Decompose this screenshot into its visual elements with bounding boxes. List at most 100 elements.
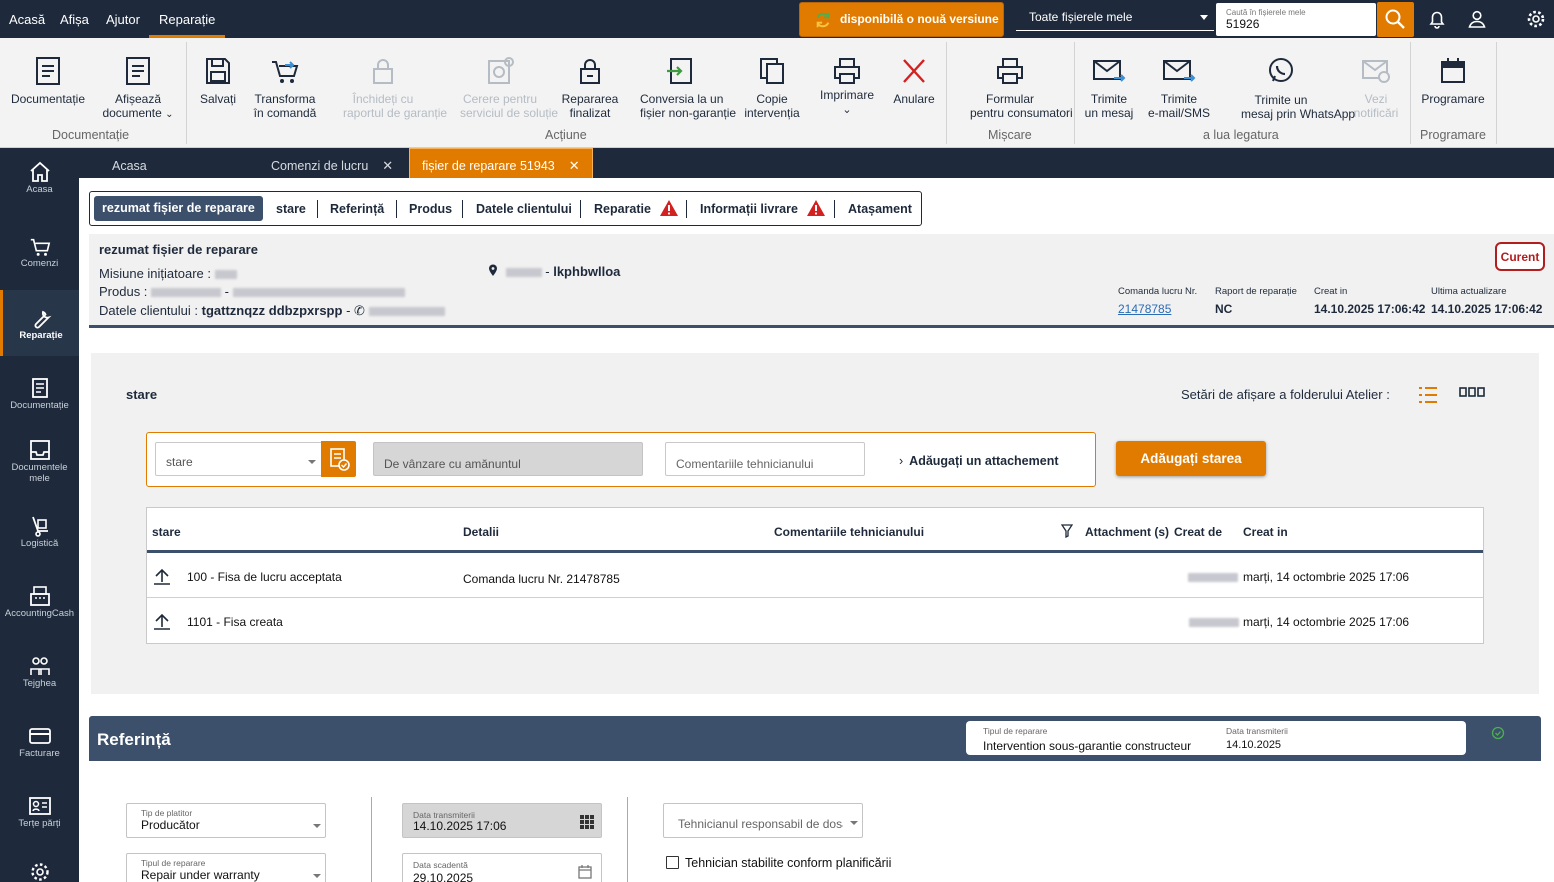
nav-ajutor[interactable]: Ajutor — [106, 0, 140, 38]
column-view-icon[interactable] — [1459, 385, 1485, 401]
sidebar-item-accountingcash[interactable]: AccountingCash — [0, 584, 79, 654]
trimite-mesaj-button[interactable]: Trimite un mesaj — [1085, 38, 1133, 148]
documentatie-label: Documentație — [10, 92, 86, 106]
data-transmiterii-value: 14.10.2025 — [1226, 739, 1282, 751]
status-select[interactable]: stare — [155, 442, 323, 476]
status-picker-button[interactable] — [321, 441, 356, 477]
user-icon[interactable] — [1466, 8, 1488, 30]
cerere-button[interactable]: Cerere pentru serviciul de soluție — [460, 38, 558, 148]
sidebar-item-documentele-mele[interactable]: Documentele mele — [0, 438, 79, 508]
gear-icon — [30, 863, 49, 881]
add-status-button[interactable]: Adăugați starea — [1116, 441, 1266, 476]
ultima-label: Ultima actualizare — [1431, 286, 1507, 297]
salvati-button[interactable]: Salvați — [198, 38, 238, 148]
sidebar-item-settings[interactable] — [0, 860, 79, 882]
referinta-title: Referință — [97, 730, 171, 749]
warning-icon — [806, 200, 825, 216]
trimite-wa-label-1: Trimite un — [1254, 93, 1308, 107]
sidebar-item-facturare[interactable]: Facturare — [0, 724, 79, 794]
creat-label: Creat in — [1314, 286, 1348, 297]
row-detalii: Comanda lucru Nr. 21478785 — [463, 572, 620, 586]
sidebar-item-logistica[interactable]: Logistică — [0, 514, 79, 584]
tab-fisier-reparare[interactable]: fișier de reparare 51943 ✕ — [409, 148, 593, 180]
col-comentarii[interactable]: Comentariile tehnicianului — [774, 525, 924, 539]
sidebar-item-reparatie[interactable]: Reparație — [0, 290, 79, 356]
nav-afisa[interactable]: Afișa — [60, 0, 89, 38]
sidebar-label: Acasa — [26, 184, 53, 195]
imprimare-button[interactable]: Imprimare ⌄ — [820, 38, 874, 148]
subtab-datele-clientului[interactable]: Datele clientului — [476, 192, 572, 225]
tehnician-responsabil-select[interactable]: Tehnicianul responsabil de dosar — [663, 803, 863, 838]
trimite-email-button[interactable]: Trimite e-mail/SMS — [1148, 38, 1210, 148]
subtab-atasament[interactable]: Atașament — [848, 192, 912, 225]
formular-label-2: pentru consumatori — [970, 106, 1073, 120]
programare-label: Programare — [1421, 92, 1485, 106]
sidebar-item-acasa[interactable]: Acasa — [0, 160, 79, 230]
gear-icon[interactable] — [1525, 8, 1547, 30]
sidebar-item-terte-parti[interactable]: Terțe părți — [0, 794, 79, 864]
search-input[interactable] — [1226, 17, 1366, 31]
col-stare[interactable]: stare — [152, 525, 181, 539]
search-field[interactable]: Caută în fișierele mele — [1216, 3, 1376, 36]
col-creat-in[interactable]: Creat in — [1243, 525, 1288, 539]
tip-platitor-select[interactable]: Tip de platitor Producător — [126, 803, 326, 838]
subtab-rezumat[interactable]: rezumat fișier de reparare — [94, 196, 263, 221]
column-divider — [371, 797, 372, 882]
data-scadenta-field[interactable]: Data scadentă 29.10.2025 — [402, 853, 602, 882]
comanda-link[interactable]: 21478785 — [1118, 302, 1171, 316]
subtab-produs[interactable]: Produs — [409, 192, 452, 225]
whatsapp-icon — [1269, 58, 1293, 82]
technician-comment-input[interactable]: Comentariile tehnicianului — [665, 442, 865, 476]
update-label: disponibilă o nouă versiune — [840, 12, 999, 26]
update-available-button[interactable]: disponibilă o nouă versiune — [799, 2, 1004, 37]
vezi-notificari-button[interactable]: Vezi notificări — [1353, 38, 1399, 148]
subtab-informatii-livrare[interactable]: Informații livrare — [700, 192, 826, 225]
planificare-checkbox[interactable] — [666, 856, 679, 869]
search-button[interactable] — [1377, 2, 1414, 37]
tip-reparare-select[interactable]: Tipul de reparare Repair under warranty — [126, 853, 326, 882]
bell-icon[interactable] — [1426, 8, 1448, 30]
subtab-stare[interactable]: stare — [276, 192, 306, 225]
cash-register-icon — [29, 586, 50, 606]
col-attachment[interactable]: Attachment (s) — [1085, 525, 1169, 539]
tab-acasa[interactable]: Acasa — [112, 148, 147, 180]
redacted-text — [1188, 573, 1238, 582]
tip-platitor-label: Tip de platitor — [141, 808, 193, 818]
display-settings-label: Setări de afișare a folderului Atelier : — [1181, 387, 1390, 402]
redacted-text — [505, 268, 542, 278]
document-tabs: Acasa Comenzi de lucru ✕ fișier de repara… — [79, 148, 1554, 180]
filter-icon[interactable] — [1061, 524, 1073, 538]
conversia-button[interactable]: Conversia la un fișier non-garanție — [640, 38, 736, 148]
copie-button[interactable]: Copie intervenția — [744, 38, 800, 148]
sidebar-item-tejghea[interactable]: Tejghea — [0, 654, 79, 724]
subtab-reparatie[interactable]: Reparatie — [594, 192, 679, 225]
calendar-icon[interactable] — [577, 864, 593, 880]
add-attachment-link[interactable]: › Adăugați un attachement — [899, 454, 1059, 468]
trimite-mesaj-label-1: Trimite — [1090, 92, 1128, 106]
tab-comenzi[interactable]: Comenzi de lucru ✕ — [271, 148, 393, 180]
anulare-button[interactable]: Anulare — [893, 38, 935, 148]
files-filter-select[interactable]: Toate fișierele mele — [1016, 3, 1214, 31]
vezi-label-2: notificări — [1353, 106, 1399, 120]
nav-acasa[interactable]: Acasă — [9, 0, 45, 38]
inchideti-button[interactable]: Închideți cu raportul de garanție — [343, 38, 447, 148]
list-view-icon[interactable] — [1417, 385, 1439, 405]
ribbon-divider — [1496, 42, 1497, 144]
col-creat-de[interactable]: Creat de — [1174, 525, 1222, 539]
tehnician-placeholder: Tehnicianul responsabil de dosar — [678, 817, 843, 831]
col-detalii[interactable]: Detalii — [463, 525, 499, 539]
subtab-referinta[interactable]: Referință — [330, 192, 384, 225]
transforma-button[interactable]: Transforma în comandă — [254, 38, 316, 148]
sidebar-label: Tejghea — [22, 678, 57, 689]
table-row[interactable]: 1101 - Fisa creata marți, 14 octombrie 2… — [147, 598, 1483, 643]
nav-reparatie[interactable]: Reparație — [149, 0, 226, 38]
close-icon — [903, 59, 925, 83]
people-icon — [29, 657, 50, 675]
lock-closed-icon — [580, 59, 600, 84]
tip-reparare2-label: Tipul de reparare — [141, 858, 206, 868]
table-row[interactable]: 100 - Fisa de lucru acceptata Comanda lu… — [147, 553, 1483, 598]
data-trans2-value: 14.10.2025 17:06 — [413, 819, 507, 833]
divider — [686, 200, 687, 218]
sidebar-item-documentatie[interactable]: Documentație — [0, 376, 79, 446]
client-name: tgattznqzz ddbzpxrspp — [201, 303, 343, 318]
